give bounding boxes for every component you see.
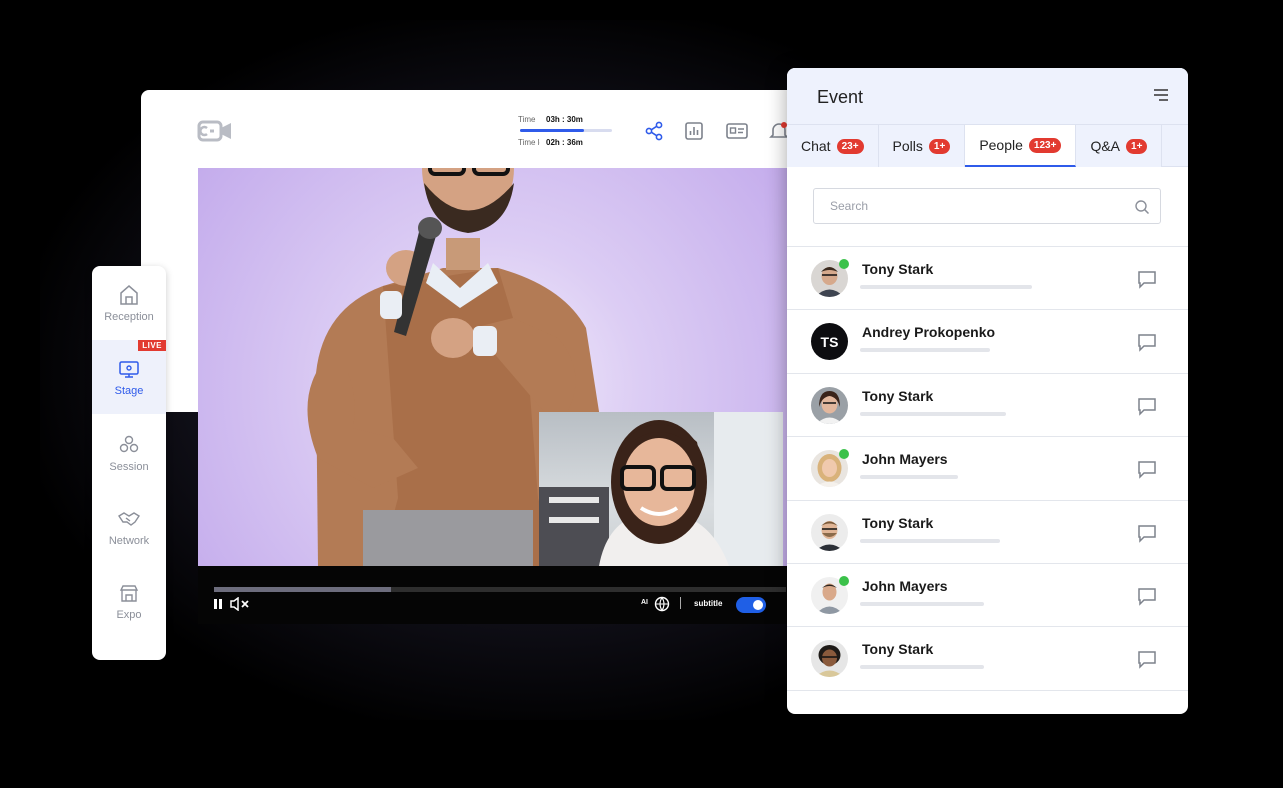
live-badge: LIVE — [138, 340, 166, 351]
person-name: Tony Stark — [862, 641, 934, 658]
avatar — [811, 640, 848, 678]
nav-item-expo[interactable]: Expo — [92, 564, 166, 638]
chat-bubble-icon[interactable] — [1137, 649, 1157, 670]
panel-title: Event — [817, 87, 864, 107]
handshake-icon — [118, 512, 140, 526]
mute-icon[interactable] — [230, 597, 250, 611]
guest-video-frame — [539, 412, 783, 566]
panel-header: Event — [787, 68, 1188, 125]
nav-label-reception: Reception — [104, 311, 154, 323]
speaker-pip-video[interactable] — [539, 412, 783, 566]
list-item[interactable]: Tony Stark — [787, 627, 1188, 691]
online-indicator — [839, 259, 849, 269]
search-icon[interactable] — [1134, 199, 1150, 215]
nav-label-stage: Stage — [114, 385, 144, 397]
placeholder-line — [860, 411, 1006, 416]
time-value: 03h : 30m — [546, 114, 583, 124]
tab-chat[interactable]: Chat 23+ — [787, 125, 879, 167]
booth-icon — [119, 585, 139, 602]
home-icon — [120, 285, 138, 305]
timer-progress — [520, 129, 612, 132]
person-name: Tony Stark — [862, 261, 934, 277]
placeholder-line — [860, 348, 990, 353]
player-controls: AI subtitle — [198, 566, 788, 624]
event-panel: Event Chat 23+ Polls 1+ People 123+ Q&A … — [787, 68, 1188, 714]
people-search — [813, 188, 1161, 224]
tab-qa[interactable]: Q&A 1+ — [1076, 125, 1163, 167]
person-name: Tony Stark — [862, 387, 934, 404]
nav-item-network[interactable]: Network — [92, 490, 166, 564]
avatar — [811, 386, 848, 424]
list-item[interactable]: John Mayers — [787, 564, 1188, 628]
tab-label: Q&A — [1090, 138, 1121, 154]
chat-bubble-icon[interactable] — [1137, 459, 1157, 479]
count-badge: 23+ — [836, 138, 864, 154]
nav-label-network: Network — [108, 535, 150, 547]
placeholder-line — [860, 285, 1032, 289]
tab-people[interactable]: People 123+ — [965, 125, 1077, 167]
person-name: John Mayers — [862, 577, 948, 594]
placeholder-line — [860, 601, 984, 606]
globe-icon[interactable] — [654, 596, 670, 612]
tab-polls[interactable]: Polls 1+ — [878, 125, 966, 167]
list-item[interactable]: Tony Stark — [787, 501, 1188, 564]
stage-icon — [119, 361, 139, 378]
chat-bubble-icon[interactable] — [1137, 396, 1157, 416]
share-icon[interactable] — [643, 120, 665, 142]
online-indicator — [839, 449, 849, 460]
chat-bubble-icon[interactable] — [1137, 586, 1157, 606]
nav-label-expo: Expo — [116, 609, 142, 621]
placeholder-line — [860, 475, 958, 480]
nav-item-session[interactable]: Session — [92, 416, 166, 490]
seek-bar[interactable] — [214, 587, 786, 592]
tab-label: Polls — [892, 138, 923, 154]
online-indicator — [839, 575, 849, 586]
id-card-icon[interactable] — [725, 120, 749, 142]
count-badge: 1+ — [928, 138, 951, 154]
person-name: Tony Stark — [862, 514, 934, 531]
left-navigation: Reception LIVE Stage Session Network Exp… — [92, 266, 166, 660]
count-badge: 1+ — [1126, 138, 1148, 154]
pause-icon[interactable] — [213, 598, 223, 610]
tab-label: People — [979, 137, 1023, 153]
controls-divider — [680, 597, 681, 609]
search-input[interactable] — [814, 189, 1114, 223]
person-name: John Mayers — [862, 451, 948, 468]
count-badge: 123+ — [1028, 137, 1062, 153]
chat-bubble-icon[interactable] — [1137, 523, 1157, 543]
list-item[interactable]: Tony Stark — [787, 374, 1188, 438]
chat-bubble-icon[interactable] — [1137, 269, 1157, 289]
nav-item-reception[interactable]: Reception — [92, 266, 166, 340]
placeholder-line — [860, 665, 984, 670]
bar-chart-icon[interactable] — [683, 120, 705, 142]
time-left-label: Time left — [518, 137, 540, 147]
list-item[interactable]: TS Andrey Prokopenko — [787, 310, 1188, 374]
list-item[interactable]: John Mayers — [787, 437, 1188, 501]
avatar — [811, 513, 848, 551]
avatar-initials: TS — [811, 323, 848, 361]
list-item[interactable]: Tony Stark — [787, 247, 1188, 311]
panel-tabs: Chat 23+ Polls 1+ People 123+ Q&A 1+ — [787, 124, 1188, 167]
app-logo-icon — [197, 120, 231, 142]
subtitle-toggle[interactable] — [736, 597, 766, 613]
placeholder-line — [860, 538, 1000, 543]
subtitle-label: subtitle — [694, 599, 723, 608]
time-label: Time — [518, 114, 536, 124]
tab-label: Chat — [801, 138, 831, 154]
menu-icon[interactable] — [1154, 89, 1168, 101]
ai-label: AI — [641, 599, 648, 606]
session-timer: Time 03h : 30m Time left 02h : 36m — [518, 112, 618, 149]
nav-label-session: Session — [109, 461, 149, 473]
nav-item-stage[interactable]: LIVE Stage — [92, 340, 166, 414]
chat-bubble-icon[interactable] — [1137, 332, 1157, 353]
time-left-value: 02h : 36m — [546, 137, 583, 147]
session-icon — [119, 435, 139, 453]
people-list: Tony Stark TS Andrey Prokopenko Tony Sta… — [787, 246, 1188, 691]
person-name: Andrey Prokopenko — [862, 324, 996, 341]
